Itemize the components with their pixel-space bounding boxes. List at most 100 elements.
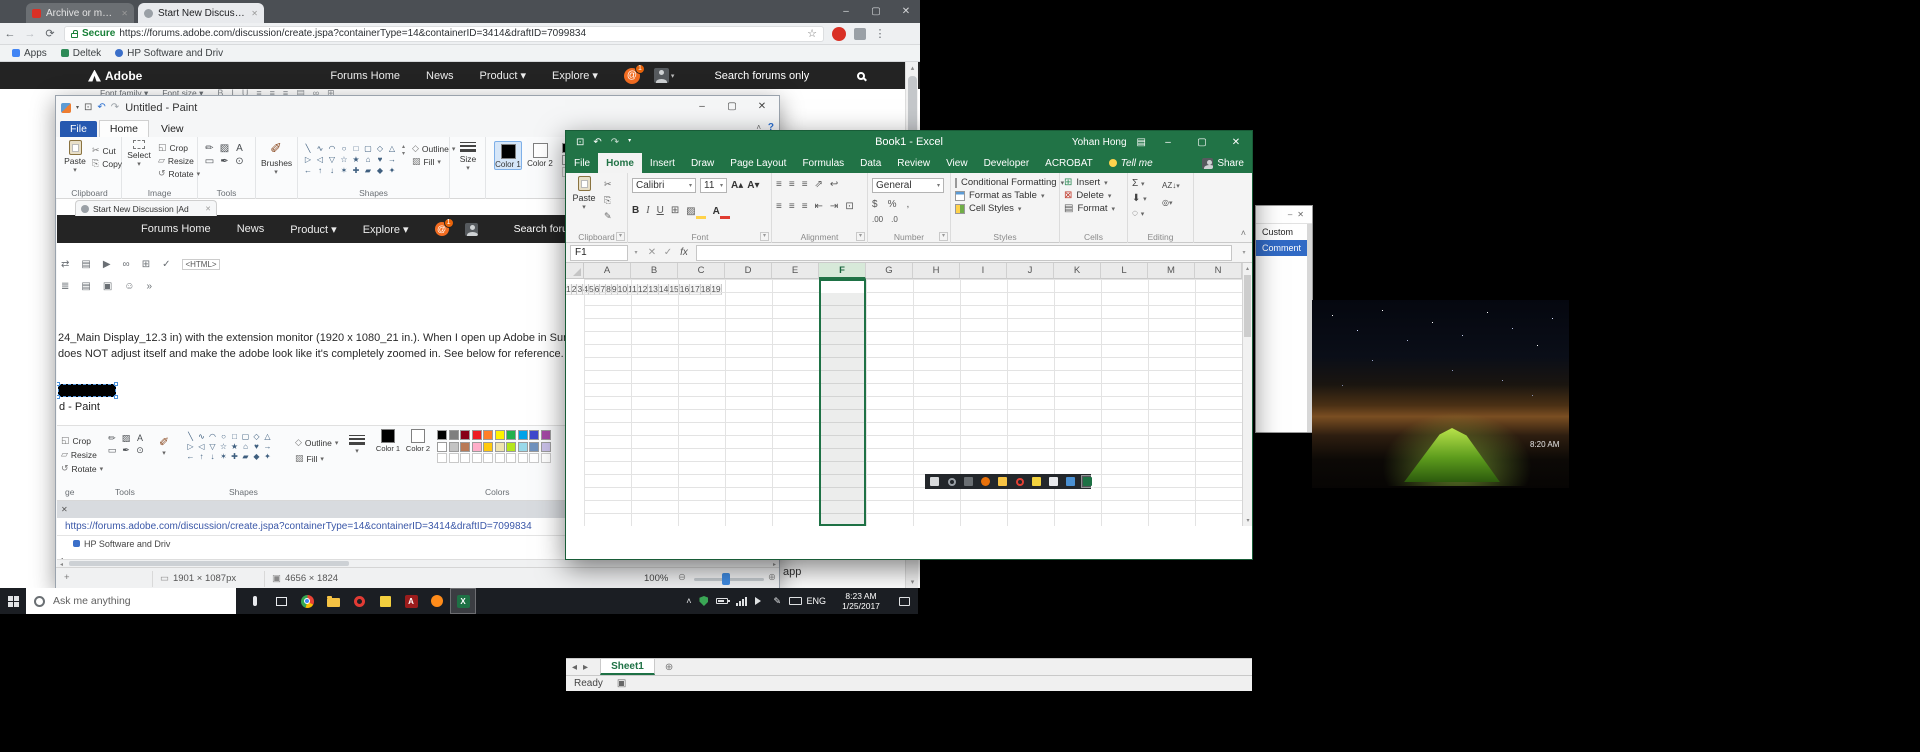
pen-icon[interactable]: ✎ (773, 596, 781, 607)
confirm-entry-icon[interactable]: ✓ (660, 247, 676, 258)
tab-file[interactable]: File (566, 153, 598, 173)
new-sheet-button[interactable]: ⊕ (665, 662, 673, 673)
battery-icon[interactable] (716, 598, 731, 604)
shape-0-icon[interactable]: ╲ (302, 143, 314, 154)
underline-button[interactable]: U (657, 205, 664, 216)
column-header-i[interactable]: I (960, 263, 1007, 279)
scrollbar-thumb[interactable] (69, 561, 349, 566)
bookmark-hp-software[interactable]: HP Software and Driv (115, 48, 223, 59)
qat-dropdown-icon[interactable]: ▾ (76, 104, 79, 111)
adobe-logo[interactable]: Adobe (88, 69, 142, 83)
cell-styles-button[interactable]: Cell Styles ▾ (955, 203, 1059, 214)
nav-forums-home[interactable]: Forums Home (330, 70, 400, 82)
align-bottom-button[interactable]: ≡ (802, 179, 808, 190)
paste-button[interactable]: Paste ▾ (570, 176, 598, 211)
column-header-j[interactable]: J (1007, 263, 1054, 279)
column-header-c[interactable]: C (678, 263, 725, 279)
shape-12-icon[interactable]: ★ (350, 154, 362, 165)
increase-indent-button[interactable]: ⇥ (830, 201, 838, 212)
microphone-icon[interactable] (242, 588, 268, 614)
shapes-scroll[interactable]: ▴ ▾ (402, 143, 405, 157)
delete-cells-button[interactable]: ⊠ Delete ▾ (1064, 190, 1127, 201)
shape-8-icon[interactable]: ▷ (302, 154, 314, 165)
align-middle-button[interactable]: ≡ (789, 179, 795, 190)
conditional-formatting-button[interactable]: Conditional Formatting ▾ (955, 177, 1064, 188)
eraser-icon[interactable]: ▭ (202, 156, 217, 169)
scroll-up-icon[interactable]: ▴ (402, 143, 405, 150)
cancel-entry-icon[interactable]: ✕ (644, 247, 660, 258)
clipboard-dialog-launcher[interactable]: ▾ (616, 232, 625, 241)
omnibox[interactable]: Secure https://forums.adobe.com/discussi… (64, 25, 824, 42)
window-maximize-button[interactable]: ▢ (862, 0, 890, 23)
shape-10-icon[interactable]: ▽ (326, 154, 338, 165)
save-icon[interactable]: ⊡ (84, 102, 92, 113)
font-name-select[interactable]: Calibri ▾ (632, 178, 696, 193)
increase-decimal-button[interactable]: .00 (872, 215, 883, 224)
align-right-button[interactable]: ≡ (802, 201, 808, 212)
color2-button[interactable]: Color 2 (526, 141, 554, 168)
url-text[interactable]: https://forums.adobe.com/discussion/crea… (119, 28, 803, 39)
shape-11-icon[interactable]: ☆ (338, 154, 350, 165)
column-header-d[interactable]: D (725, 263, 772, 279)
column-header-e[interactable]: E (772, 263, 819, 279)
redo-icon[interactable]: ↷ (111, 102, 119, 113)
paint-title-bar[interactable]: ▾ ⊡ ↶ ↷ Untitled - Paint – ▢ ✕ (56, 96, 779, 119)
fill-color-button[interactable]: ▨ (686, 201, 706, 219)
shape-14-icon[interactable]: ♥ (374, 154, 386, 165)
tab-review[interactable]: Review (889, 153, 938, 173)
merge-center-button[interactable]: ⊡ (845, 201, 853, 212)
panel-close-icon[interactable]: ✕ (1297, 210, 1304, 219)
zoom-out-button[interactable]: ⊖ (678, 572, 686, 583)
autosum-button[interactable]: Σ ▾ (1132, 178, 1147, 189)
number-format-select[interactable]: General ▾ (872, 178, 944, 193)
pencil-icon[interactable]: ✏ (202, 143, 217, 156)
ribbon-display-options-icon[interactable]: ▤ (1137, 137, 1146, 148)
nav-product[interactable]: Product ▾ (480, 69, 527, 82)
decrease-decimal-button[interactable]: .0 (891, 215, 898, 224)
shape-9-icon[interactable]: ◁ (314, 154, 326, 165)
excel-icon[interactable]: X (450, 588, 476, 614)
copy-button[interactable]: ⎘ Copy (92, 158, 122, 169)
scroll-up-icon[interactable]: ▴ (1243, 263, 1252, 272)
borders-button[interactable]: ⊞ (671, 205, 679, 216)
defender-icon[interactable] (699, 596, 709, 606)
panel-item-custom[interactable]: Custom (1256, 224, 1312, 240)
shape-13-icon[interactable]: ⌂ (362, 154, 374, 165)
tab-close-icon[interactable]: ✕ (121, 9, 128, 18)
size-button[interactable]: Size ▾ (453, 140, 483, 172)
sheet-vertical-scrollbar[interactable]: ▴ ▾ (1242, 263, 1252, 526)
rotate-button[interactable]: ↺ Rotate ▾ (158, 168, 200, 179)
paste-button[interactable]: Paste ▾ (60, 140, 90, 174)
profile-avatar-icon[interactable] (832, 26, 846, 41)
decrease-font-button[interactable]: A▾ (747, 180, 759, 191)
shape-21-icon[interactable]: ▰ (362, 165, 374, 176)
paint-tab-home[interactable]: Home (98, 120, 149, 137)
tab-developer[interactable]: Developer (976, 153, 1038, 173)
opera-icon[interactable] (346, 588, 372, 614)
insert-cells-button[interactable]: ⊞ Insert ▾ (1064, 177, 1127, 188)
scroll-down-icon[interactable]: ▾ (402, 150, 405, 157)
row-header-1[interactable]: 1 (566, 284, 572, 295)
notifications-icon[interactable]: @ 1 (623, 63, 645, 84)
shape-2-icon[interactable]: ◠ (326, 143, 338, 154)
shape-19-icon[interactable]: ✶ (338, 165, 350, 176)
color1-button[interactable]: Color 1 (494, 141, 522, 170)
acrobat-icon[interactable]: A (398, 588, 424, 614)
nav-news[interactable]: News (426, 70, 454, 82)
format-painter-icon[interactable]: ✎ (604, 211, 612, 222)
select-button[interactable]: Select ▾ (124, 140, 154, 168)
column-header-n[interactable]: N (1195, 263, 1242, 279)
file-explorer-icon[interactable] (320, 588, 346, 614)
canvas-horizontal-scrollbar[interactable]: ◂ ▸ (57, 559, 779, 568)
sheet-tab-sheet1[interactable]: Sheet1 (600, 659, 655, 675)
signed-in-user[interactable]: Yohan Hong (1072, 137, 1127, 148)
paint-maximize-button[interactable]: ▢ (717, 96, 747, 116)
text-tool-icon[interactable]: A (232, 143, 247, 156)
alignment-dialog-launcher[interactable]: ▾ (856, 232, 865, 241)
user-avatar-menu[interactable]: ▾ (653, 68, 674, 83)
column-header-f[interactable]: F (819, 263, 866, 279)
share-button[interactable]: Share (1202, 157, 1244, 169)
shape-4-icon[interactable]: □ (350, 143, 362, 154)
prev-sheet-icon[interactable]: ◂ (572, 662, 577, 673)
number-dialog-launcher[interactable]: ▾ (939, 232, 948, 241)
